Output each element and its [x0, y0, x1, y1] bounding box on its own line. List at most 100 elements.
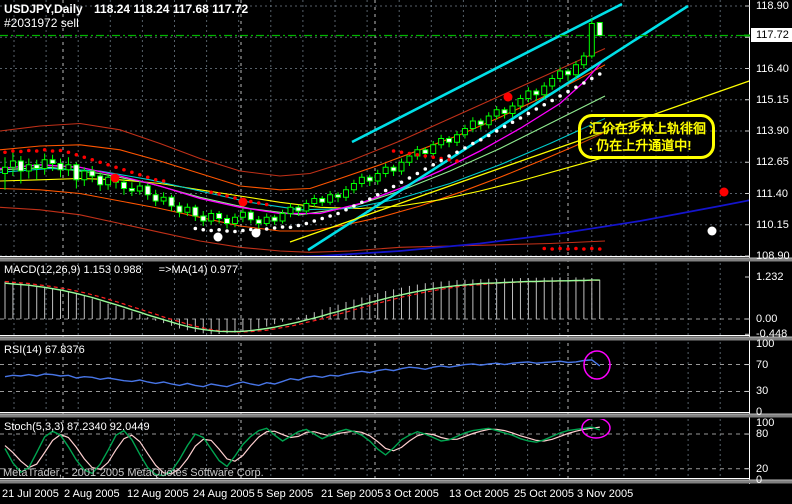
candle-body	[255, 219, 262, 224]
big-red-dot	[110, 173, 120, 183]
sar-white-dot	[233, 229, 237, 234]
sar-white-dot	[272, 226, 277, 230]
sar-white-dot	[423, 167, 428, 171]
sar-white-dot	[534, 107, 539, 111]
annotation-box[interactable]: 汇价在步林上轨徘徊 . 仍在上升通道中!	[578, 114, 716, 159]
rsi-scale-label: 30	[756, 385, 769, 398]
candle-body	[549, 78, 556, 87]
date-label: 13 Oct 2005	[449, 488, 509, 500]
sar-white-dot	[241, 228, 245, 233]
symbol-period-label: USDJPY,Daily	[4, 2, 83, 16]
price-scale-label: 111.40	[756, 187, 789, 200]
sar-white-dot	[597, 72, 602, 76]
sar-white-dot	[463, 146, 467, 150]
sar-white-dot	[486, 133, 491, 138]
price-scale-label: 115.15	[756, 93, 789, 106]
candle-body	[342, 189, 349, 198]
stoch-scale-label: 20	[756, 462, 769, 475]
candle-body	[382, 166, 389, 174]
candle-body	[477, 120, 484, 126]
sar-white-dot	[407, 176, 412, 180]
candle-body	[319, 198, 326, 203]
sar-red-dot	[256, 201, 261, 205]
sar-white-dot	[225, 229, 229, 233]
sar-white-dot	[439, 158, 443, 163]
pane-chrome	[0, 0, 792, 484]
date-label: 24 Aug 2005	[193, 488, 255, 500]
sar-red-dot	[407, 151, 412, 156]
candle-body	[469, 120, 476, 129]
candle-body	[152, 194, 159, 202]
candle-body	[572, 64, 579, 76]
pane-splitter-rsi-stoch[interactable]	[0, 413, 792, 418]
candle-body	[557, 70, 564, 79]
macd-indicator-label: MACD(12,26,9) 1.153 0.988 =>MA(14) 0.977	[4, 264, 238, 276]
annotation-line1: 汇价在步林上轨徘徊	[589, 121, 707, 136]
candle-body	[73, 164, 80, 181]
candle-body	[160, 196, 167, 202]
candle-body	[335, 194, 342, 198]
candle-body	[271, 216, 278, 222]
pane-splitter-main-macd[interactable]	[0, 257, 792, 262]
watermark-label: MetaTrader, - 2001-2005 MetaQuotes Softw…	[3, 467, 264, 479]
pane-splitter-macd-rsi[interactable]	[0, 336, 792, 341]
macd-pane	[0, 277, 749, 335]
sar-red-dot	[399, 150, 404, 155]
sar-red-dot	[26, 148, 31, 153]
pane-splitter-stoch-axis[interactable]	[0, 479, 792, 484]
rsi-scale-label: 100	[756, 338, 775, 351]
sar-white-dot	[352, 204, 356, 208]
candle-body	[493, 109, 500, 117]
sar-red-dot	[138, 172, 142, 177]
sar-white-dot	[375, 192, 380, 197]
candle-body	[65, 164, 72, 171]
annotation-line2: . 仍在上升通道中!	[589, 138, 692, 153]
sar-red-dot	[3, 150, 7, 155]
date-label: 21 Sep 2005	[321, 488, 384, 500]
sar-white-dot	[479, 137, 483, 142]
candle-body	[422, 149, 429, 154]
sar-red-dot	[66, 150, 71, 155]
sar-red-dot	[590, 246, 594, 251]
sar-white-dot	[566, 89, 570, 94]
sar-red-dot	[249, 199, 253, 204]
candle-body	[588, 23, 595, 57]
candle-body	[144, 185, 151, 196]
candle-body	[89, 170, 96, 177]
ma-blue-longterm	[277, 199, 749, 257]
sar-red-dot	[582, 247, 586, 251]
candle-body	[192, 206, 199, 217]
sar-red-dot	[217, 192, 221, 196]
sar-red-dot	[209, 190, 213, 195]
candle-body	[461, 128, 468, 136]
price-scale-label: 110.15	[756, 218, 789, 231]
sar-white-dot	[494, 129, 499, 133]
sar-red-dot	[42, 147, 47, 152]
candle-body	[430, 144, 437, 154]
candle-body	[81, 170, 88, 181]
candle-body	[446, 138, 453, 143]
date-label: 3 Nov 2005	[577, 488, 634, 500]
open-order-label: #2031972 sell	[4, 16, 79, 30]
candle-body	[327, 194, 334, 203]
candle-body	[128, 188, 135, 192]
candle-body	[176, 205, 183, 213]
candle-body	[184, 206, 191, 213]
sar-red-dot	[58, 148, 63, 153]
sar-red-dot	[431, 155, 436, 160]
candle-body	[263, 216, 270, 224]
date-label: 2 Aug 2005	[64, 488, 120, 500]
date-label: 12 Aug 2005	[127, 488, 189, 500]
sar-white-dot	[550, 98, 554, 103]
candle-body	[208, 213, 215, 222]
stoch-indicator-label: Stoch(5,3,3) 87.2340 92.0449	[4, 421, 150, 433]
sar-red-dot	[264, 202, 269, 207]
sar-white-dot	[383, 188, 388, 193]
date-label: 25 Oct 2005	[514, 488, 574, 500]
macd-scale-label: 0.00	[756, 313, 778, 325]
sar-red-dot	[98, 160, 102, 165]
sar-white-dot	[542, 102, 547, 107]
rsi-scale-label: 70	[756, 358, 769, 371]
ohlc-quote-label: 118.24 118.24 117.68 117.72	[94, 2, 249, 16]
candle-body	[398, 161, 405, 172]
